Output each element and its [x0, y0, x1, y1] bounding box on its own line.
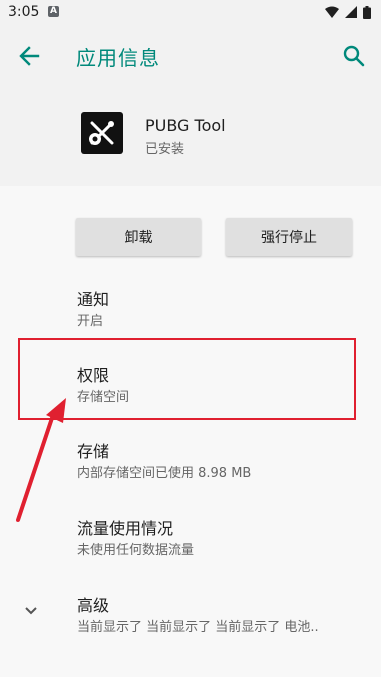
app-name: PUBG Tool — [145, 116, 226, 135]
notification-icon: A — [48, 6, 59, 17]
settings-item-subtitle: 开启 — [77, 314, 104, 329]
settings-item-subtitle: 未使用任何数据流量 — [77, 543, 195, 558]
settings-item-title: 通知 — [77, 290, 110, 309]
settings-item-subtitle: 内部存储空间已使用 8.98 MB — [77, 466, 252, 481]
force-stop-button[interactable]: 强行停止 — [226, 218, 352, 256]
settings-item-data-usage[interactable]: 流量使用情况 未使用任何数据流量 — [0, 503, 381, 565]
battery-icon — [363, 5, 371, 19]
search-button[interactable] — [339, 41, 369, 71]
settings-item-notifications[interactable]: 通知 开启 — [0, 274, 381, 336]
status-icons — [325, 5, 371, 19]
settings-item-advanced[interactable]: 高级 当前显示了 当前显示了 当前显示了 电池.. — [0, 580, 381, 642]
status-bar: 3:05 A — [0, 0, 381, 24]
settings-item-title: 流量使用情况 — [77, 519, 174, 538]
search-icon — [343, 45, 365, 67]
settings-item-title: 高级 — [77, 596, 110, 615]
settings-item-storage[interactable]: 存储 内部存储空间已使用 8.98 MB — [0, 426, 381, 488]
page-title: 应用信息 — [76, 46, 160, 70]
arrow-back-icon — [19, 46, 40, 66]
uninstall-button[interactable]: 卸载 — [76, 218, 201, 256]
wifi-icon — [325, 6, 339, 18]
signal-icon — [345, 6, 357, 18]
highlight-box — [18, 338, 356, 420]
back-button[interactable] — [14, 41, 44, 71]
status-time: 3:05 — [8, 4, 40, 20]
app-install-status: 已安装 — [145, 142, 185, 157]
settings-item-subtitle: 当前显示了 当前显示了 当前显示了 电池.. — [77, 620, 319, 635]
app-bar: 应用信息 — [0, 24, 381, 86]
chevron-down-icon — [25, 607, 37, 615]
tools-gear-icon — [81, 112, 123, 154]
app-header: PUBG Tool 已安装 — [0, 96, 381, 186]
settings-item-title: 存储 — [77, 442, 110, 461]
